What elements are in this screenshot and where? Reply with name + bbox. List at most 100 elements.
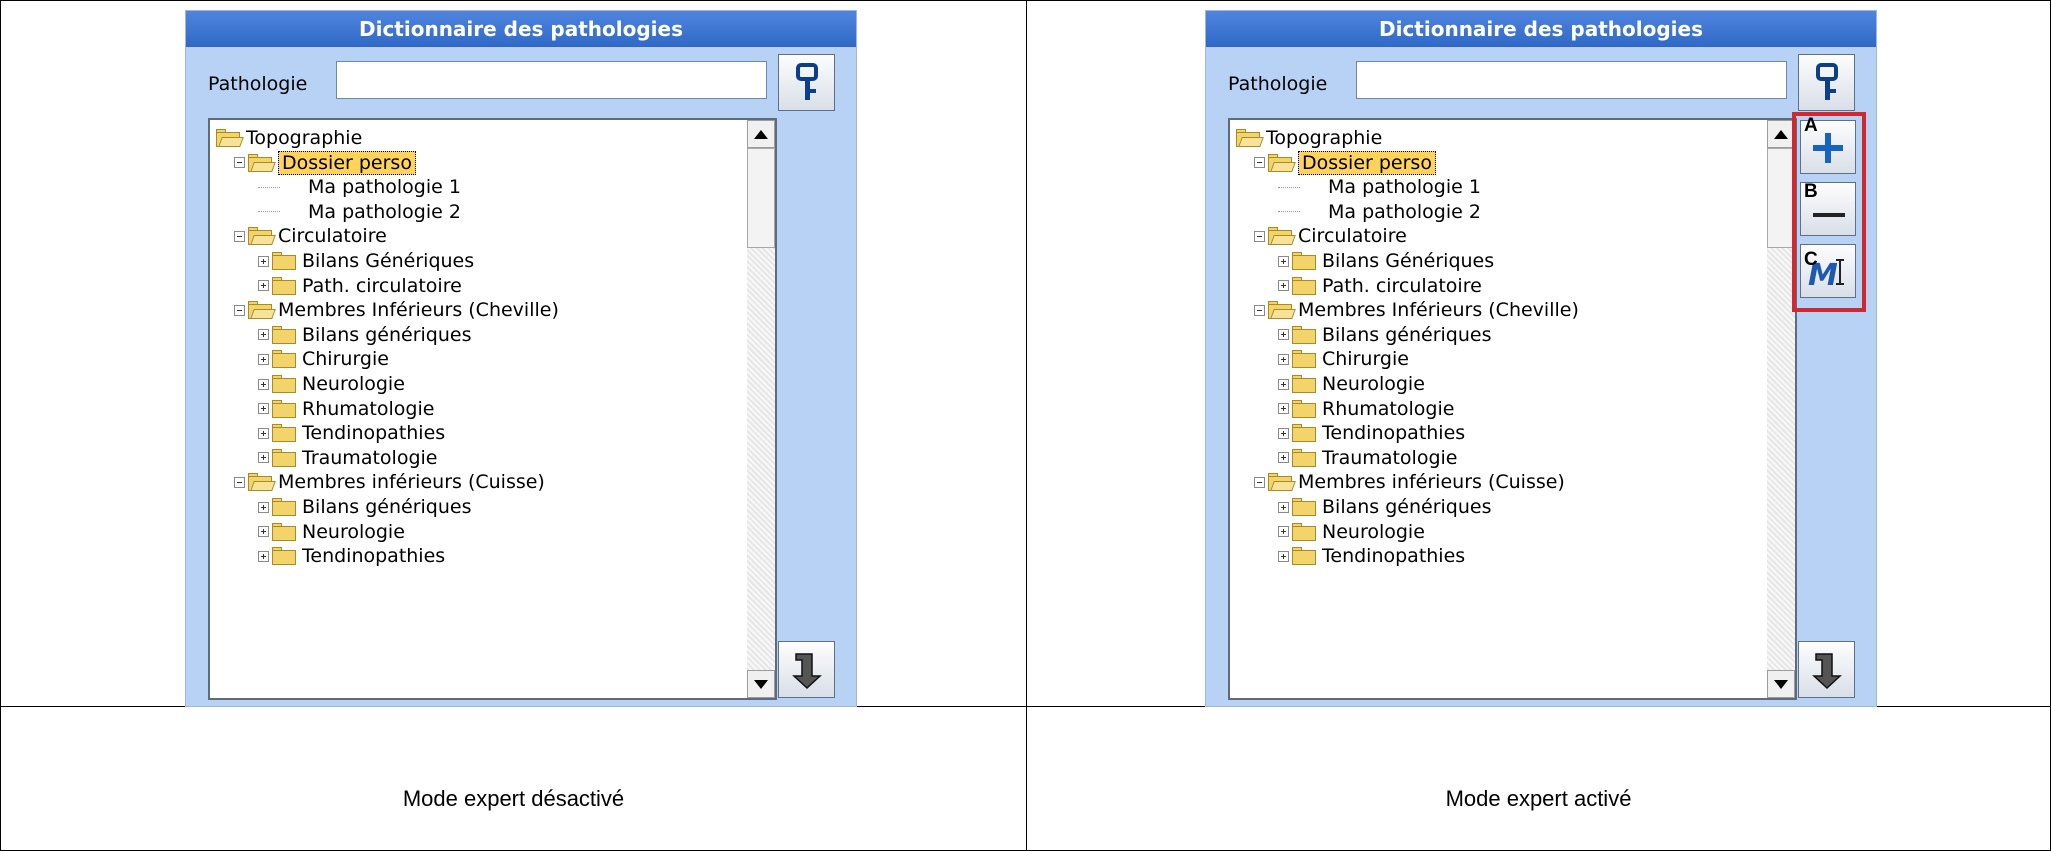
tree-item[interactable]: Tendinopathies [258,541,445,571]
tree-item-label: Chirurgie [302,348,389,371]
tree-item-label: Bilans Génériques [302,250,475,272]
folder-open-icon [216,129,244,147]
cell-expert-off-caption: Mode expert désactivé [0,706,1027,851]
folder-icon [272,325,296,344]
expand-icon[interactable] [258,526,269,538]
folder-icon [1292,547,1316,566]
folder-open-icon [248,473,276,492]
folder-open-icon [248,301,276,320]
validate-arrow-button[interactable] [778,641,835,698]
expand-icon[interactable] [258,501,269,513]
pathologie-label: Pathologie [208,73,308,95]
folder-open-icon [1268,227,1296,246]
collapse-icon[interactable] [1254,230,1265,242]
collapse-icon[interactable] [234,230,245,242]
tree-item-label: Topographie [1266,127,1383,149]
folder-icon [1292,399,1316,418]
down-arrow-icon [791,652,822,689]
folder-icon [272,375,296,393]
expand-icon[interactable] [1278,501,1289,513]
tree-item-label: Tendinopathies [302,545,446,568]
search-key-button[interactable] [1798,54,1855,111]
collapse-icon[interactable] [1254,476,1265,488]
folder-open-icon [1268,153,1296,172]
folder-icon [1292,276,1316,295]
expand-icon[interactable] [1278,526,1289,538]
scroll-up-button[interactable] [1767,120,1795,148]
tree-item-label: Ma pathologie 2 [1328,200,1481,223]
expand-icon[interactable] [1278,452,1289,464]
scroll-thumb[interactable] [1767,148,1795,248]
tree-item-label: Membres inférieurs (Cuisse) [278,471,545,494]
collapse-icon[interactable] [234,304,245,316]
tree-scrollbar[interactable] [747,120,775,698]
key-icon [795,62,818,100]
pathologie-label: Pathologie [1228,73,1328,95]
expand-icon[interactable] [258,403,269,415]
arrow-up-icon [754,129,768,139]
folder-icon [1292,350,1316,369]
pathology-tree[interactable]: Topographie Dossier perso Ma pathologie 1M… [208,118,777,700]
tree-item-label: Tendinopathies [302,422,446,445]
folder-open-icon [1268,473,1296,492]
validate-arrow-button[interactable] [1798,641,1855,698]
expand-icon[interactable] [1278,378,1289,390]
collapse-icon[interactable] [234,476,245,488]
arrow-down-icon [754,679,768,689]
caption-expert-off: Mode expert désactivé [402,786,625,811]
folder-icon [1292,498,1316,516]
expand-icon[interactable] [1278,280,1289,292]
scroll-down-button[interactable] [747,670,775,698]
pathologie-input[interactable] [1356,61,1787,99]
tree-item-label: Topographie [246,127,363,149]
tree-item-label: Path. circulatoire [302,274,462,297]
tree-item-label: Rhumatologie [1322,397,1455,420]
tree-item-label: Path. circulatoire [1322,274,1482,297]
expand-icon[interactable] [1278,329,1289,341]
tree-item-label: Bilans génériques [1322,496,1492,518]
collapse-icon[interactable] [1254,304,1265,316]
tree-item-label: Ma pathologie 2 [308,200,461,223]
expand-icon[interactable] [258,255,269,267]
scroll-thumb[interactable] [747,148,775,248]
folder-icon [272,276,296,295]
expand-icon[interactable] [258,280,269,292]
cell-expert-on-caption: Mode expert activé [1026,706,2051,851]
scroll-up-button[interactable] [747,120,775,148]
expand-icon[interactable] [258,452,269,464]
expand-icon[interactable] [258,550,269,562]
tree-connector [1278,186,1300,188]
expand-icon[interactable] [258,353,269,365]
expand-icon[interactable] [258,427,269,439]
tree-scrollbar[interactable] [1767,120,1795,698]
folder-icon [272,399,296,418]
tree-item-label: Dossier perso [1298,150,1436,175]
folder-icon [272,498,296,516]
tree-item-label: Ma pathologie 1 [308,176,461,199]
scroll-down-button[interactable] [1767,670,1795,698]
folder-icon [272,350,296,369]
arrow-down-icon [1774,679,1788,689]
tree-item-label: Neurologie [1322,373,1425,395]
tree-item-label: Membres Inférieurs (Cheville) [1298,299,1579,322]
expand-icon[interactable] [1278,403,1289,415]
tree-item-label: Circulatoire [1298,225,1407,248]
folder-icon [1292,375,1316,393]
search-key-button[interactable] [778,54,835,111]
tree-item-label: Bilans génériques [1322,323,1492,346]
folder-icon [1292,448,1316,467]
tree-connector [1278,211,1300,213]
expand-icon[interactable] [1278,353,1289,365]
expand-icon[interactable] [1278,427,1289,439]
expand-icon[interactable] [1278,255,1289,267]
pathology-tree[interactable]: Topographie Dossier perso Ma pathologie 1M… [1228,118,1797,700]
expand-icon[interactable] [1278,550,1289,562]
collapse-icon[interactable] [234,157,245,169]
folder-icon [272,522,296,541]
tree-item-label: Bilans Génériques [1322,250,1495,272]
tree-item[interactable]: Tendinopathies [1278,541,1465,571]
expand-icon[interactable] [258,378,269,390]
pathologie-input[interactable] [336,61,767,99]
expand-icon[interactable] [258,329,269,341]
collapse-icon[interactable] [1254,157,1265,169]
